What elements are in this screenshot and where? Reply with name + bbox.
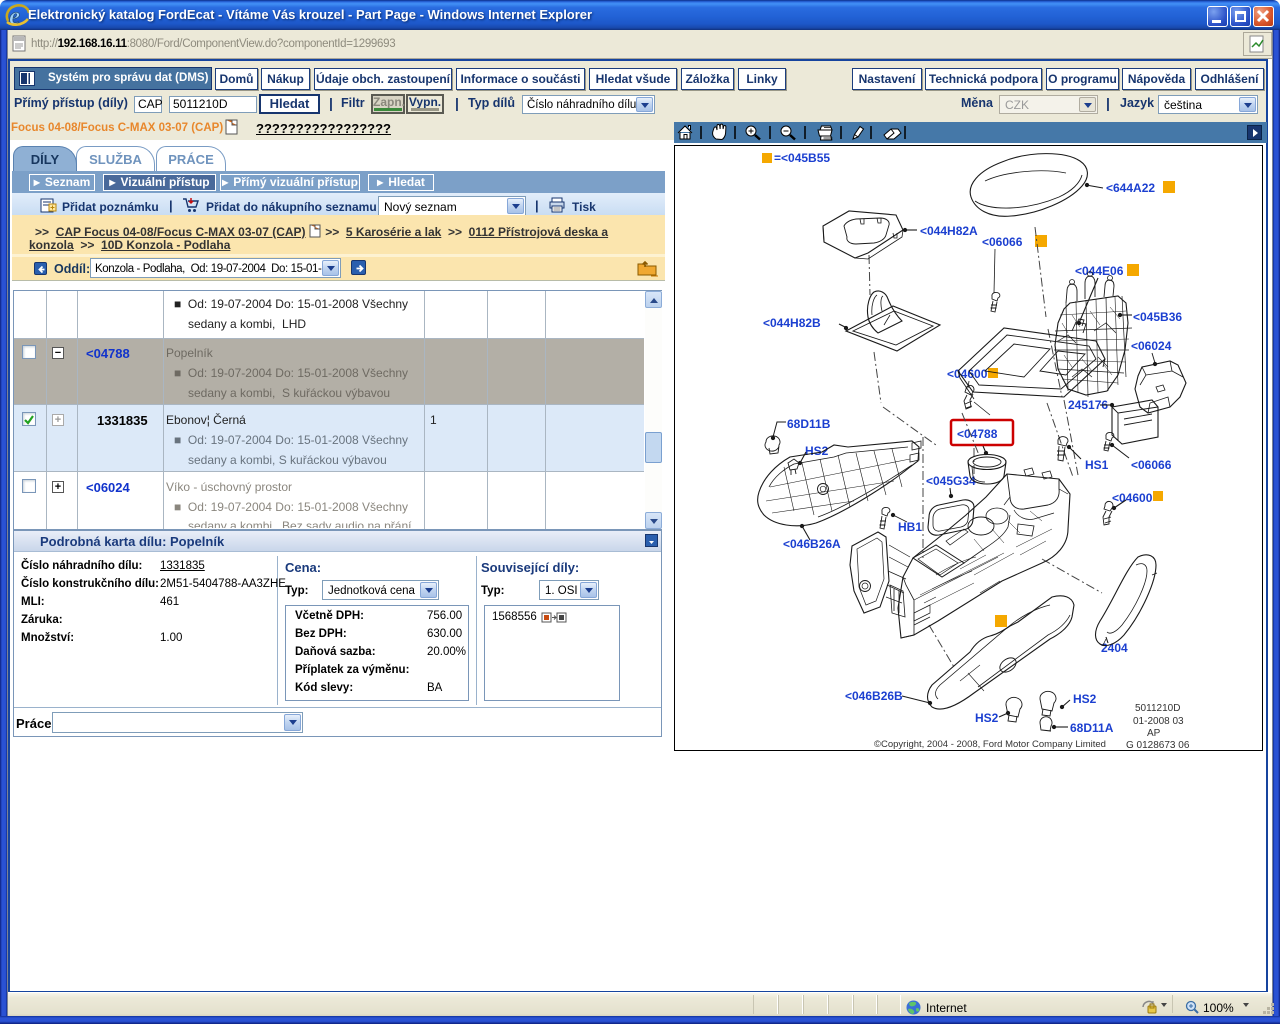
svg-text:01-2008 03: 01-2008 03 (1133, 716, 1184, 727)
svg-text:5011210D: 5011210D (1135, 703, 1180, 714)
svg-text:<044H82B: <044H82B (763, 316, 821, 330)
svg-text:<044H82A: <044H82A (920, 224, 978, 238)
svg-text:<046B26B: <046B26B (845, 689, 903, 703)
svg-text:AP: AP (1147, 728, 1161, 739)
svg-text:<04600: <04600 (947, 367, 988, 381)
svg-text:©Copyright, 2004 - 2008, Ford: ©Copyright, 2004 - 2008, Ford Motor Comp… (874, 739, 1106, 750)
svg-text:HS2: HS2 (975, 711, 999, 725)
svg-text:HB1: HB1 (898, 520, 922, 534)
svg-text:HS1: HS1 (1085, 458, 1109, 472)
svg-text:<046B26A: <046B26A (783, 537, 841, 551)
svg-text:<06066: <06066 (1131, 458, 1172, 472)
svg-text:<045G34: <045G34 (926, 474, 976, 488)
svg-text:<04788: <04788 (957, 427, 998, 441)
svg-text:=<045B55: =<045B55 (774, 151, 830, 165)
svg-text:68D11B: 68D11B (787, 417, 831, 431)
svg-text:HS2: HS2 (1073, 692, 1097, 706)
svg-text:G 0128673 06: G 0128673 06 (1126, 740, 1190, 751)
svg-text:<044E06: <044E06 (1075, 264, 1124, 278)
svg-text:68D11A: 68D11A (1070, 721, 1114, 735)
svg-text:<045B36: <045B36 (1133, 310, 1182, 324)
svg-text:<06066: <06066 (982, 235, 1023, 249)
svg-text:HS2: HS2 (805, 444, 829, 458)
svg-text:<644A22: <644A22 (1106, 181, 1155, 195)
svg-text:<04600: <04600 (1112, 491, 1153, 505)
svg-text:<06024: <06024 (1131, 339, 1172, 353)
